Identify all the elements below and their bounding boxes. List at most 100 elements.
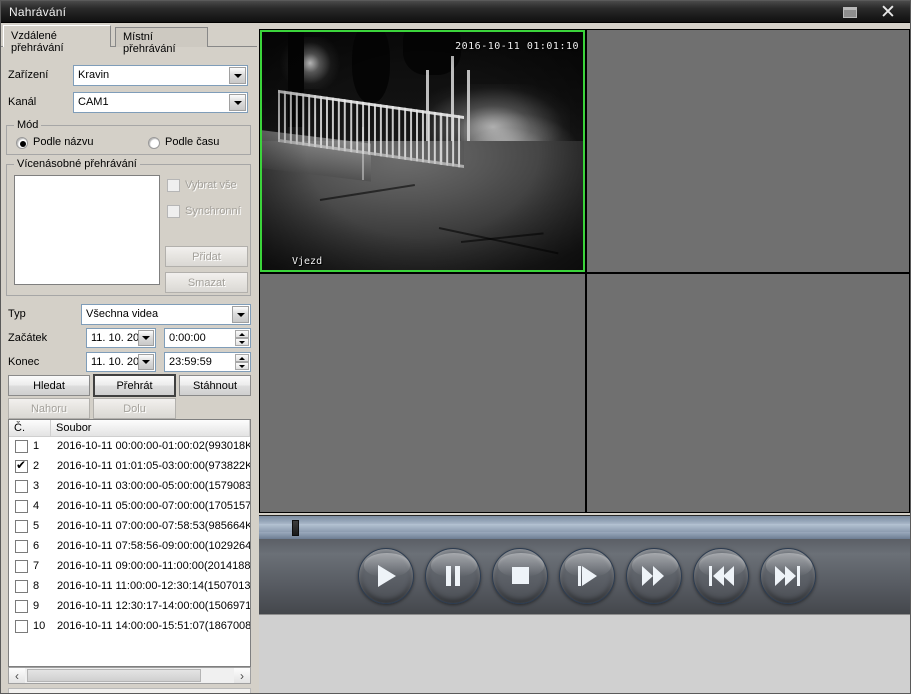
next-button[interactable] <box>760 548 816 604</box>
row-checkbox[interactable] <box>15 620 28 633</box>
move-down-button[interactable]: Dolu <box>93 398 176 419</box>
type-value: Všechna videa <box>86 308 159 320</box>
tab-strip: Vzdálené přehrávání Místní přehrávání <box>1 25 257 55</box>
play-button-left[interactable]: Přehrát <box>93 374 176 397</box>
spin-up-icon[interactable] <box>235 330 249 338</box>
spin-down-icon[interactable] <box>235 338 249 346</box>
delete-button[interactable]: Smazat <box>165 272 248 293</box>
row-filename: 2016-10-11 14:00:00-15:51:07(1867008 <box>57 620 251 632</box>
spin-down-icon[interactable] <box>235 362 249 370</box>
seek-thumb[interactable] <box>291 520 299 536</box>
tab-local-playback-label: Místní přehrávání <box>123 31 176 55</box>
start-time-spin-buttons[interactable] <box>235 330 249 346</box>
file-list[interactable]: Č. Soubor 1 2016-10-11 00:00:00-01:00:02(… <box>8 419 251 667</box>
radio-by-time-label: Podle času <box>165 136 220 148</box>
channel-combobox[interactable]: CAM1 <box>73 92 248 113</box>
table-row[interactable]: 10 2016-10-11 14:00:00-15:51:07(1867008 <box>9 617 250 637</box>
stop-button[interactable] <box>492 548 548 604</box>
end-date-picker[interactable]: 11. 10. 2016 <box>86 352 156 372</box>
spin-up-icon[interactable] <box>235 354 249 362</box>
scroll-left-icon[interactable]: ‹ <box>9 668 25 683</box>
table-row[interactable]: 8 2016-10-11 11:00:00-12:30:14(1507013 <box>9 577 250 597</box>
row-filename: 2016-10-11 12:30:17-14:00:00(1506971 <box>57 600 251 612</box>
radio-by-name-indicator <box>16 137 28 149</box>
end-time-spin-buttons[interactable] <box>235 354 249 370</box>
video-cell-empty-3[interactable] <box>260 274 585 512</box>
video-cell-empty-4[interactable] <box>587 274 909 512</box>
row-checkbox[interactable] <box>15 458 28 473</box>
checkbox-select-all-label: Vybrat vše <box>185 179 237 191</box>
download-button[interactable]: Stáhnout <box>179 375 251 396</box>
video-channel-name-overlay: Vjezd <box>292 256 323 267</box>
table-row[interactable]: 6 2016-10-11 07:58:56-09:00:00(1029264 <box>9 537 250 557</box>
scroll-right-icon[interactable]: › <box>234 668 250 683</box>
table-row[interactable]: 7 2016-10-11 09:00:00-11:00:00(2014188 <box>9 557 250 577</box>
tab-local-playback[interactable]: Místní přehrávání <box>115 27 208 55</box>
chevron-down-icon[interactable] <box>138 330 154 346</box>
row-checkbox[interactable] <box>15 480 28 493</box>
minimize-button[interactable] <box>830 1 870 23</box>
fast-forward-button[interactable] <box>626 548 682 604</box>
radio-by-time-indicator <box>148 137 160 149</box>
multiplay-listbox[interactable] <box>14 175 160 285</box>
row-checkbox[interactable] <box>15 540 28 553</box>
move-up-button[interactable]: Nahoru <box>8 398 90 419</box>
chevron-down-icon[interactable] <box>229 94 246 111</box>
channel-label: Kanál <box>8 96 37 108</box>
video-cell-active[interactable]: 2016-10-11 01:01:10 Vjezd <box>260 30 585 272</box>
start-date-picker[interactable]: 11. 10. 2016 <box>86 328 156 348</box>
chevron-down-icon[interactable] <box>229 67 246 84</box>
checkbox-synchronous-box <box>167 205 180 218</box>
start-time-spinner[interactable]: 0:00:00 <box>164 328 251 348</box>
play-button[interactable] <box>358 548 414 604</box>
file-list-horizontal-scrollbar[interactable]: ‹ › <box>8 667 251 684</box>
transport-controls <box>259 539 910 614</box>
column-header-file[interactable]: Soubor <box>51 420 250 437</box>
device-value: Kravin <box>78 69 110 81</box>
table-row[interactable]: 1 2016-10-11 00:00:00-01:00:02(993018K <box>9 437 250 457</box>
table-row[interactable]: 9 2016-10-11 12:30:17-14:00:00(1506971 <box>9 597 250 617</box>
video-frame-image: 2016-10-11 01:01:10 Vjezd <box>262 32 583 270</box>
start-time-value: 0:00:00 <box>169 332 206 344</box>
start-label: Začátek <box>8 332 48 344</box>
row-filename: 2016-10-11 09:00:00-11:00:00(2014188 <box>57 560 251 572</box>
add-button[interactable]: Přidat <box>165 246 248 267</box>
seek-track[interactable] <box>259 524 910 532</box>
table-row[interactable]: 5 2016-10-11 07:00:00-07:58:53(985664K <box>9 517 250 537</box>
slow-play-button[interactable] <box>559 548 615 604</box>
fast-forward-icon <box>641 565 667 587</box>
row-filename: 2016-10-11 01:01:05-03:00:00(973822K <box>57 460 251 472</box>
table-row[interactable]: 4 2016-10-11 05:00:00-07:00:00(1705157 <box>9 497 250 517</box>
row-checkbox[interactable] <box>15 580 28 593</box>
column-header-number[interactable]: Č. <box>9 420 51 437</box>
pause-button[interactable] <box>425 548 481 604</box>
row-checkbox[interactable] <box>15 440 28 453</box>
scrollbar-thumb[interactable] <box>27 669 201 682</box>
row-checkbox[interactable] <box>15 600 28 613</box>
table-row[interactable]: 3 2016-10-11 03:00:00-05:00:00(1579083 <box>9 477 250 497</box>
search-button[interactable]: Hledat <box>8 375 90 396</box>
type-combobox[interactable]: Všechna videa <box>81 304 251 325</box>
previous-button[interactable] <box>693 548 749 604</box>
end-time-spinner[interactable]: 23:59:59 <box>164 352 251 372</box>
title-bar: Nahrávání ✕ <box>1 1 910 23</box>
row-checkbox[interactable] <box>15 500 28 513</box>
chevron-down-icon[interactable] <box>138 354 154 370</box>
playback-seek-bar[interactable] <box>259 515 910 539</box>
minimize-icon <box>843 6 857 18</box>
table-row[interactable]: 2 2016-10-11 01:01:05-03:00:00(973822K <box>9 457 250 477</box>
checkbox-select-all-box <box>167 179 180 192</box>
end-time-value: 23:59:59 <box>169 356 212 368</box>
row-checkbox[interactable] <box>15 560 28 573</box>
row-number: 2 <box>33 460 40 472</box>
row-number: 4 <box>33 500 40 512</box>
row-number: 8 <box>33 580 40 592</box>
type-label: Typ <box>8 308 26 320</box>
row-checkbox[interactable] <box>15 520 28 533</box>
close-button[interactable]: ✕ <box>868 1 908 23</box>
tab-remote-playback[interactable]: Vzdálené přehrávání <box>3 25 111 54</box>
chevron-down-icon[interactable] <box>232 306 249 323</box>
slow-play-icon <box>574 565 600 587</box>
video-cell-empty-2[interactable] <box>587 30 909 272</box>
device-combobox[interactable]: Kravin <box>73 65 248 86</box>
